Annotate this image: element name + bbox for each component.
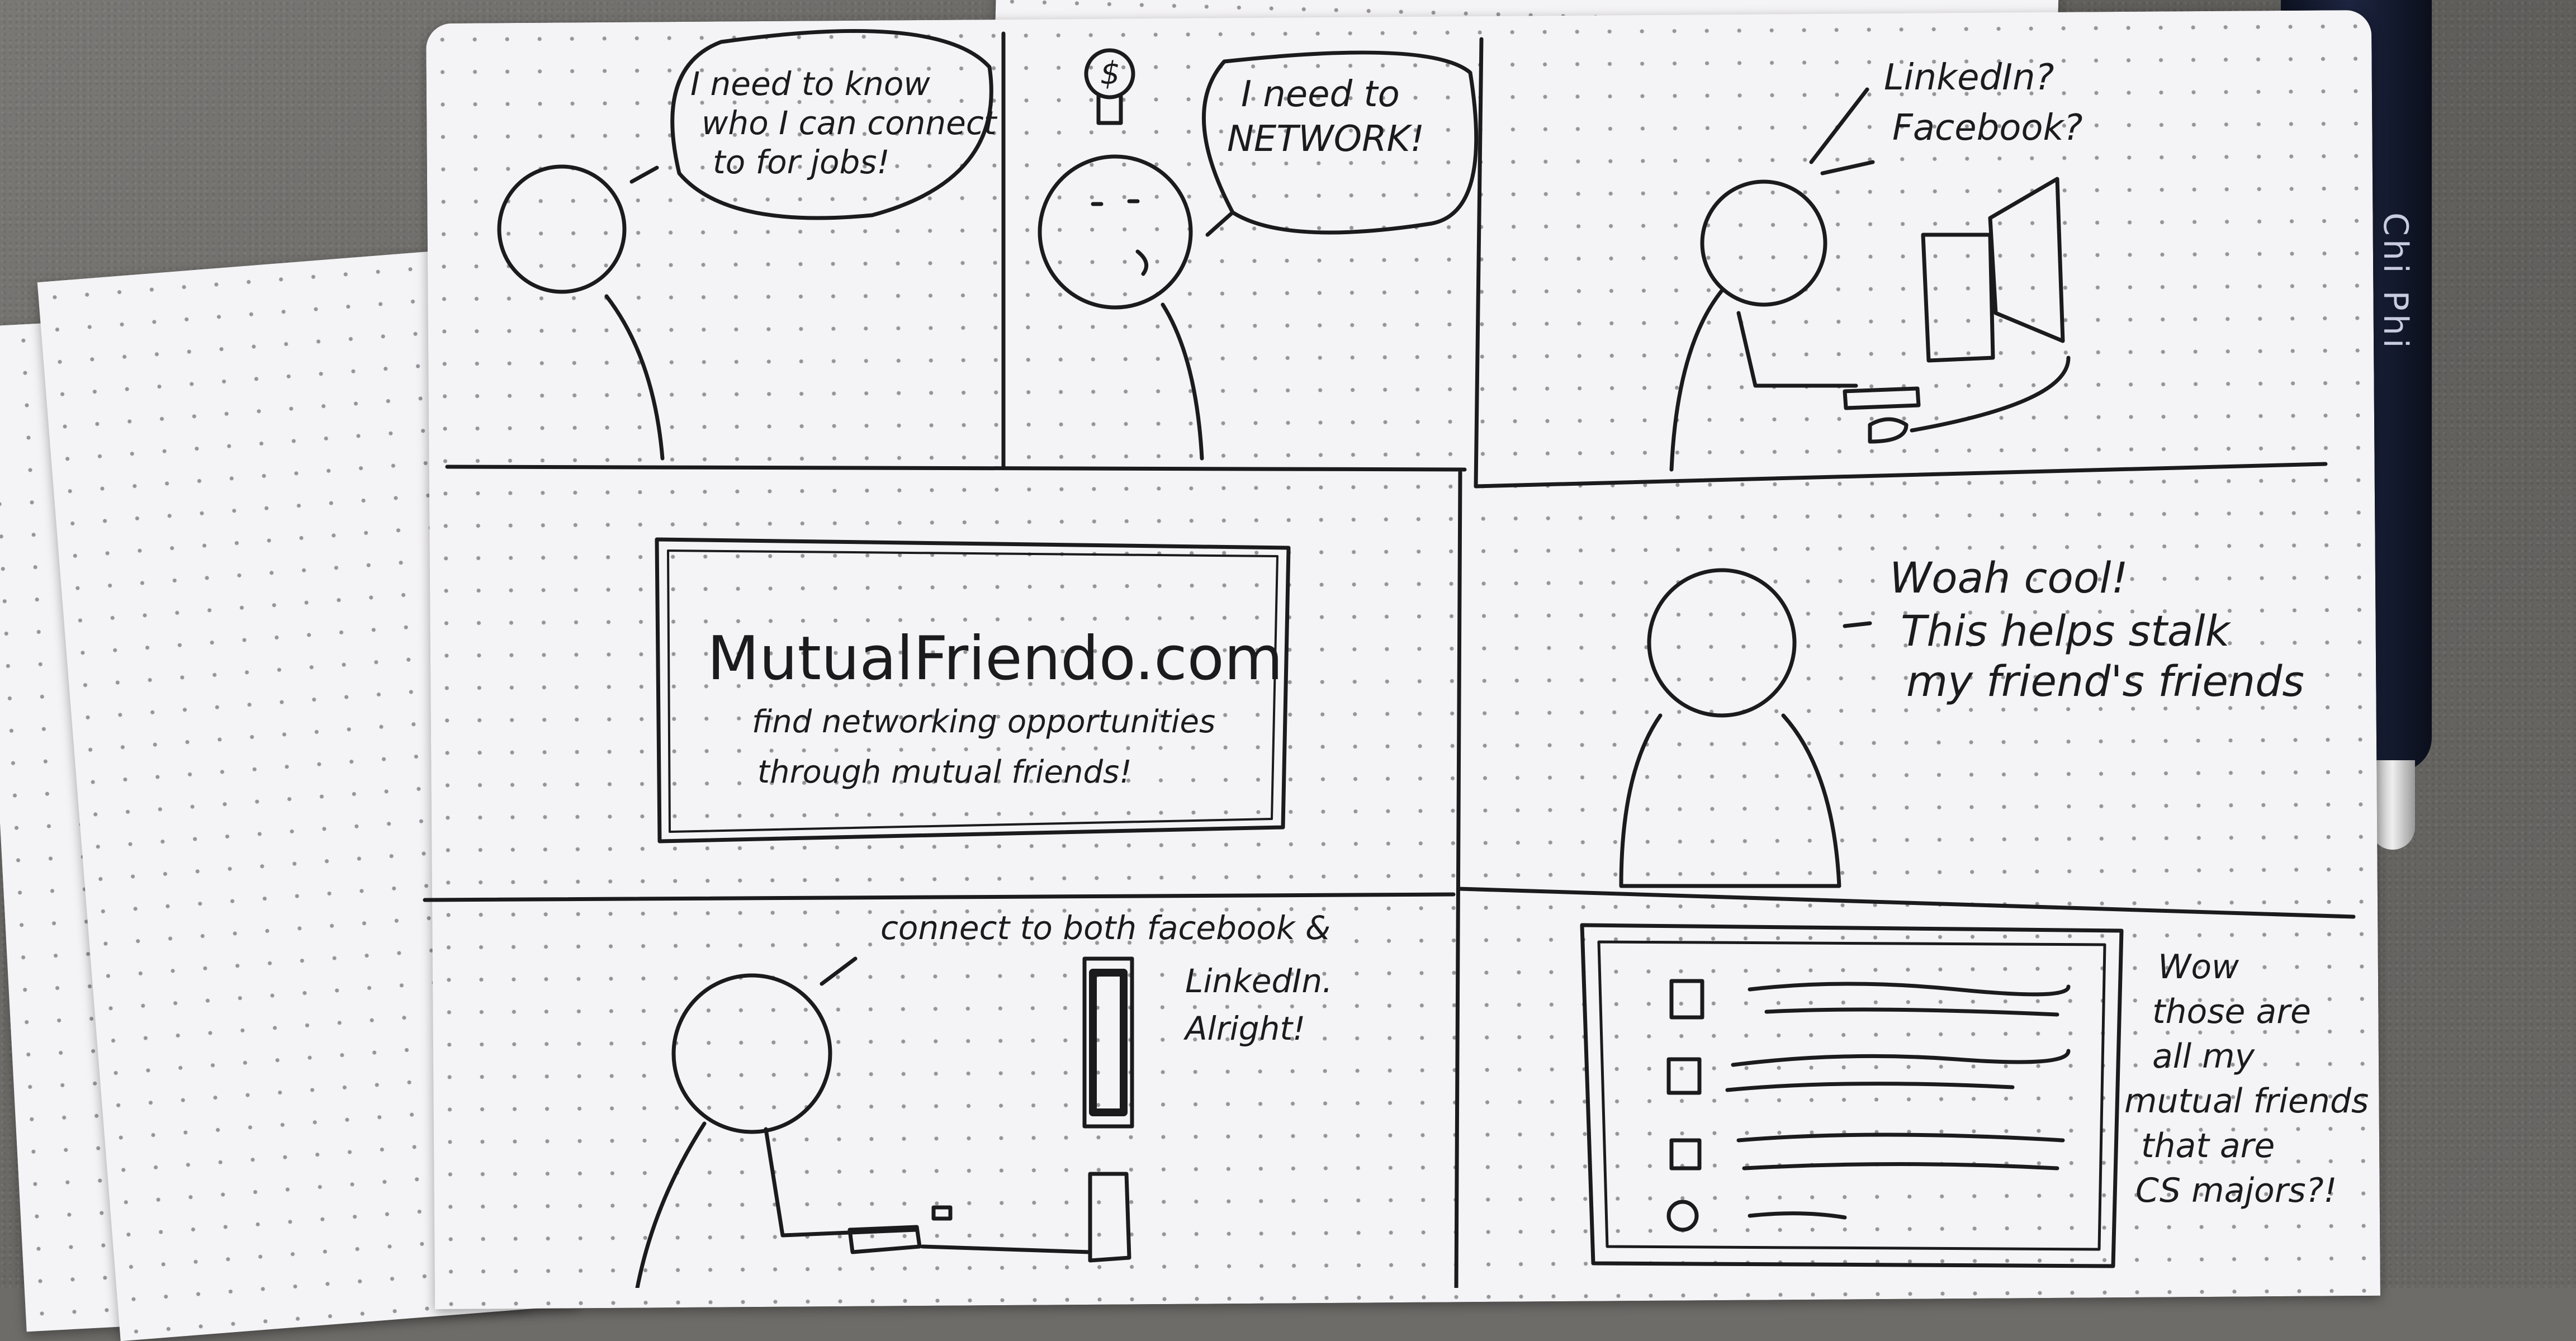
person-head <box>1700 179 1827 307</box>
panel-divider <box>1457 887 2356 919</box>
friend-entry-line <box>1748 982 2071 997</box>
speech-line <box>820 956 858 986</box>
panel-6 <box>635 956 1134 1288</box>
person-back <box>1669 288 1724 472</box>
friend-entry-line <box>1736 1132 2065 1143</box>
avatar-icon <box>1669 979 1704 1020</box>
site-tagline: find networking opportunities through mu… <box>752 704 1225 790</box>
friend-entry-line <box>1748 1211 1847 1220</box>
speech-text: I need to know who I can connect to for … <box>690 65 1007 181</box>
friend-entry-line <box>1725 1082 2015 1092</box>
person-arm <box>1736 311 1858 388</box>
person-body <box>1619 713 1841 888</box>
desk-line <box>920 1244 1092 1254</box>
speech-tail <box>1843 621 1872 628</box>
friend-entry-line <box>1742 1162 2059 1171</box>
avatar-icon <box>1666 1057 1702 1095</box>
screen-frame <box>1580 923 2124 1268</box>
speech-text: Woah cool! This helps stalk my friend's … <box>1890 553 2304 706</box>
thought-line <box>1809 87 1869 164</box>
caption-text: connect to both facebook & LinkedIn. Alr… <box>880 909 1343 1048</box>
thought-text: LinkedIn? Facebook? <box>1884 57 2083 149</box>
panel-divider <box>423 892 1456 902</box>
mouse-icon <box>1868 417 1909 444</box>
person-head <box>1038 154 1193 310</box>
friend-entry-line <box>1764 1007 2059 1017</box>
person-mouth <box>1135 249 1149 276</box>
site-name: MutualFriendo.com <box>707 624 1283 694</box>
person-head <box>497 164 627 294</box>
person-body <box>604 294 665 461</box>
thought-line <box>1820 160 1875 176</box>
desk-line <box>1910 356 2071 433</box>
phone-icon <box>1082 956 1134 1263</box>
person-arm <box>764 1127 919 1238</box>
speech-tail <box>1205 210 1235 237</box>
monitor-icon <box>1921 177 2065 363</box>
keyboard-icon <box>1843 386 1921 410</box>
storyboard-sketch: I need to know who I can connect to for … <box>423 29 2379 1288</box>
panel-divider <box>1474 462 2328 489</box>
avatar-icon <box>1666 1200 1699 1232</box>
person-head <box>671 973 832 1134</box>
panel-5 <box>1619 568 1872 888</box>
panel-divider <box>445 465 1467 472</box>
speech-text: I need to NETWORK! <box>1227 74 1424 160</box>
avatar-icon <box>1669 1138 1702 1171</box>
person-back <box>635 1121 707 1288</box>
friend-entry-line <box>1731 1049 2071 1067</box>
panel-divider <box>1474 37 1484 489</box>
mouse-icon <box>931 1205 953 1221</box>
person-body <box>1161 302 1204 461</box>
speech-tail <box>629 165 659 184</box>
panel-divider <box>1454 470 1462 1288</box>
panel-7 <box>1580 923 2124 1268</box>
person-head <box>1647 568 1797 718</box>
dollar-icon: $ <box>1100 55 1120 92</box>
reaction-text: Wow those are all my mutual friends that… <box>2124 947 2379 1210</box>
